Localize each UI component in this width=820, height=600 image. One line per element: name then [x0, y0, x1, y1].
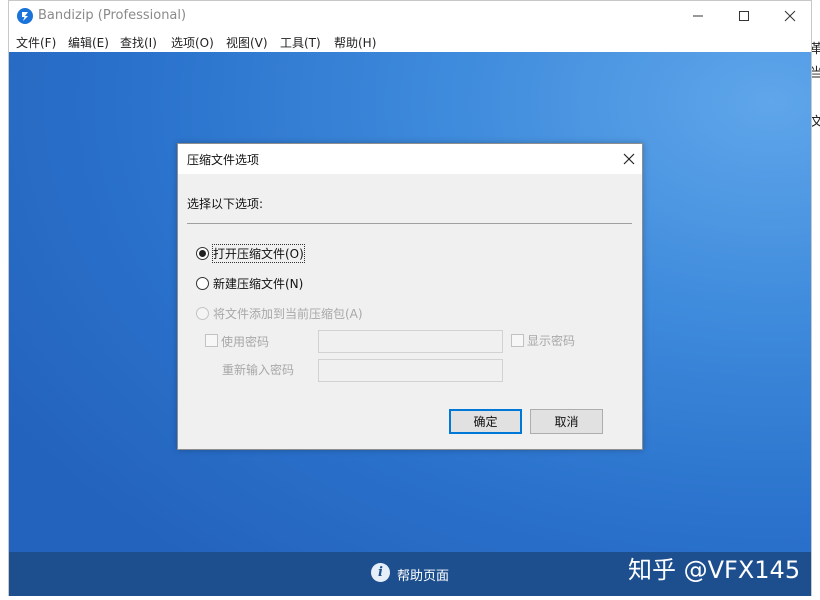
- menu-bar: 文件(F) 编辑(E) 查找(I) 选项(O) 视图(V) 工具(T) 帮助(H…: [9, 31, 811, 52]
- use-password-checkbox: [205, 334, 218, 347]
- close-icon: [784, 10, 796, 22]
- radio-button[interactable]: [196, 277, 209, 290]
- menu-edit[interactable]: 编辑(E): [68, 34, 109, 51]
- menu-find[interactable]: 查找(I): [120, 34, 157, 51]
- show-password-label: 显示密码: [527, 334, 576, 348]
- password-input: [318, 330, 503, 353]
- divider: [187, 223, 632, 224]
- watermark: 知乎 @VFX145: [628, 556, 801, 584]
- menu-view[interactable]: 视图(V): [226, 34, 268, 51]
- minimize-button[interactable]: [675, 1, 721, 31]
- dialog-title-bar[interactable]: 压缩文件选项: [178, 144, 642, 174]
- menu-tools[interactable]: 工具(T): [280, 34, 321, 51]
- close-button[interactable]: [767, 1, 813, 31]
- background-window-edge: 革 当 文: [812, 0, 820, 600]
- radio-button[interactable]: [196, 247, 209, 260]
- radio-label: 打开压缩文件(O): [212, 244, 305, 263]
- radio-open-archive[interactable]: 打开压缩文件(O): [196, 244, 305, 263]
- help-page-link[interactable]: 帮助页面: [397, 565, 449, 584]
- ok-button[interactable]: 确定: [449, 409, 522, 434]
- dialog-title: 压缩文件选项: [187, 153, 260, 167]
- menu-options[interactable]: 选项(O): [171, 34, 214, 51]
- radio-label: 将文件添加到当前压缩包(A): [213, 307, 363, 321]
- bandizip-logo-icon: [17, 8, 33, 24]
- menu-help[interactable]: 帮助(H): [334, 34, 376, 51]
- show-password-checkbox: [511, 334, 524, 347]
- radio-add-to-archive: 将文件添加到当前压缩包(A): [196, 305, 363, 322]
- close-icon: [623, 153, 635, 165]
- title-bar[interactable]: Bandizip (Professional): [9, 1, 811, 31]
- reenter-password-label: 重新输入密码: [222, 363, 295, 377]
- radio-new-archive[interactable]: 新建压缩文件(N): [196, 275, 303, 292]
- archive-options-dialog: 压缩文件选项 选择以下选项: 打开压缩文件(O) 新建压缩文件(N) 将文件添加…: [177, 143, 643, 450]
- maximize-button[interactable]: [721, 1, 767, 31]
- dialog-close-button[interactable]: [614, 144, 644, 174]
- app-title: Bandizip (Professional): [38, 8, 187, 23]
- radio-button: [196, 307, 209, 320]
- info-icon[interactable]: i: [371, 563, 390, 582]
- edge-text: 文: [812, 115, 820, 130]
- use-password-label: 使用密码: [221, 335, 270, 349]
- reenter-password-input: [318, 359, 503, 382]
- edge-text: 革: [812, 42, 820, 57]
- menu-file[interactable]: 文件(F): [16, 34, 56, 51]
- maximize-icon: [739, 11, 749, 21]
- dialog-prompt: 选择以下选项:: [187, 197, 264, 211]
- minimize-icon: [693, 15, 703, 17]
- edge-text: 当: [812, 66, 820, 81]
- radio-label: 新建压缩文件(N): [213, 277, 304, 291]
- cancel-button[interactable]: 取消: [530, 409, 603, 434]
